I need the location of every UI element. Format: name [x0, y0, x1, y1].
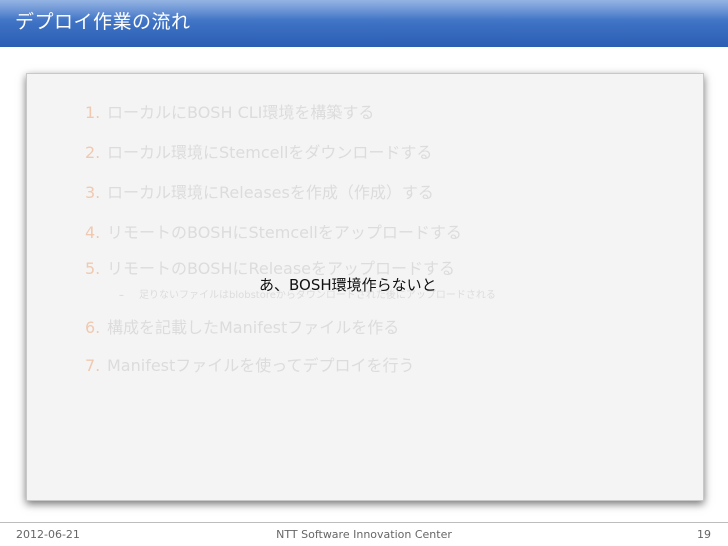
list-item: 2. ローカル環境にStemcellをダウンロードする: [85, 142, 432, 164]
list-item: 6. 構成を記載したManifestファイルを作る: [85, 317, 399, 339]
list-item: 7. Manifestファイルを使ってデプロイを行う: [85, 355, 414, 377]
item-number: 5.: [85, 259, 101, 278]
list-item: 3. ローカル環境にReleasesを作成（作成）する: [85, 182, 434, 204]
item-text: リモートのBOSHにStemcellをアップロードする: [107, 223, 462, 242]
item-text: ローカル環境にReleasesを作成（作成）する: [107, 183, 434, 202]
list-item: 4. リモートのBOSHにStemcellをアップロードする: [85, 222, 462, 244]
item-number: 3.: [85, 183, 101, 202]
sub-item-dash: –: [119, 290, 124, 301]
item-text: Manifestファイルを使ってデプロイを行う: [107, 356, 415, 375]
footer-organization: NTT Software Innovation Center: [276, 528, 452, 541]
item-number: 6.: [85, 318, 101, 337]
slide-title: デプロイ作業の流れ: [15, 11, 191, 33]
footer-divider: [0, 522, 728, 523]
overlay-message: あ、BOSH環境作らないと: [259, 276, 437, 294]
item-number: 2.: [85, 143, 101, 162]
list-item: 1. ローカルにBOSH CLI環境を構築する: [85, 102, 374, 124]
item-text: ローカル環境にStemcellをダウンロードする: [107, 143, 433, 162]
overlay-dialog: 1. ローカルにBOSH CLI環境を構築する 2. ローカル環境にStemcell…: [26, 73, 704, 501]
page-number: 19: [697, 528, 711, 541]
slide-header: デプロイ作業の流れ: [0, 0, 728, 47]
item-number: 1.: [85, 103, 101, 122]
item-text: 構成を記載したManifestファイルを作る: [107, 318, 400, 337]
item-number: 7.: [85, 356, 101, 375]
item-number: 4.: [85, 223, 101, 242]
item-text: ローカルにBOSH CLI環境を構築する: [107, 103, 375, 122]
